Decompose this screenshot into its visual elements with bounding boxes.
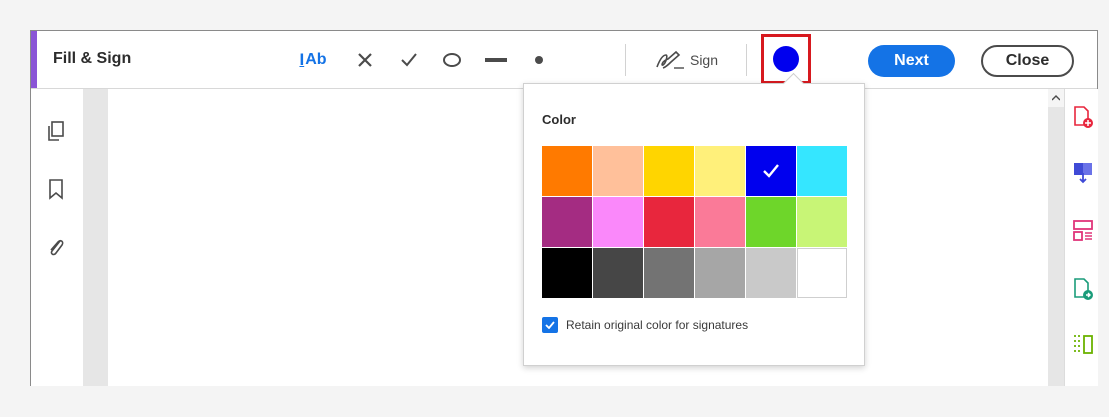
line-tool[interactable] [481,45,511,75]
toolbar-separator [625,44,626,76]
retain-color-label: Retain original color for signatures [566,318,749,332]
color-swatch[interactable] [542,146,592,196]
toolbar: Fill & Sign I Ab Sign Next Close [31,31,1097,89]
color-swatch-grid [542,146,847,298]
create-pdf-icon[interactable] [1072,105,1094,129]
check-icon [763,164,779,178]
color-swatch[interactable] [644,197,694,247]
organize-pages-icon[interactable] [1072,219,1094,243]
check-icon [545,321,555,329]
sign-button[interactable]: Sign [651,45,721,75]
checkmark-tool[interactable] [395,45,423,75]
attachment-icon[interactable] [45,235,67,259]
color-picker-popup: Color Retain original color for signatur… [523,72,865,366]
retain-color-checkbox[interactable] [542,317,558,333]
color-swatch[interactable] [695,248,745,298]
color-swatch[interactable] [746,197,796,247]
color-swatch[interactable] [593,248,643,298]
vertical-scrollbar[interactable] [1048,89,1064,386]
color-swatch[interactable] [644,248,694,298]
dot-tool[interactable] [527,45,551,75]
text-cursor-icon: I [299,50,305,69]
chevron-up-icon [1052,95,1060,101]
line-icon [485,58,507,62]
pages-icon[interactable] [45,119,67,143]
circle-icon [443,53,461,67]
color-swatch[interactable] [593,197,643,247]
dot-icon [535,56,543,64]
color-swatch[interactable] [695,197,745,247]
color-swatch[interactable] [746,146,796,196]
color-picker-button[interactable] [761,34,811,84]
color-swatch[interactable] [644,146,694,196]
color-swatch[interactable] [797,197,847,247]
selected-color-swatch [773,46,799,72]
compress-icon[interactable] [1072,333,1094,357]
tool-accent-bar [31,31,37,88]
sign-label: Sign [689,52,719,68]
close-button[interactable]: Close [981,45,1074,77]
edit-pdf-icon[interactable] [1072,277,1094,301]
cross-icon [358,53,372,67]
left-navigation-rail [31,89,83,386]
color-swatch[interactable] [593,146,643,196]
circle-tool[interactable] [437,45,467,75]
page-gutter [83,89,108,386]
next-button[interactable]: Next [868,45,955,77]
export-pdf-icon[interactable] [1072,161,1094,185]
signature-pen-icon [656,50,684,69]
color-swatch[interactable] [542,248,592,298]
check-icon [401,53,417,67]
color-swatch[interactable] [797,248,847,298]
color-swatch[interactable] [542,197,592,247]
color-popup-title: Color [542,112,576,127]
bookmark-icon[interactable] [45,177,67,201]
cross-mark-tool[interactable] [351,45,379,75]
toolbar-separator [746,44,747,76]
add-text-tool[interactable]: I Ab [293,45,333,75]
scroll-up-arrow[interactable] [1048,89,1064,107]
add-text-label: Ab [305,51,327,68]
color-swatch[interactable] [746,248,796,298]
tool-title: Fill & Sign [53,50,132,67]
color-swatch[interactable] [695,146,745,196]
right-tools-rail [1064,89,1098,386]
color-swatch[interactable] [797,146,847,196]
retain-color-option[interactable]: Retain original color for signatures [542,317,748,333]
